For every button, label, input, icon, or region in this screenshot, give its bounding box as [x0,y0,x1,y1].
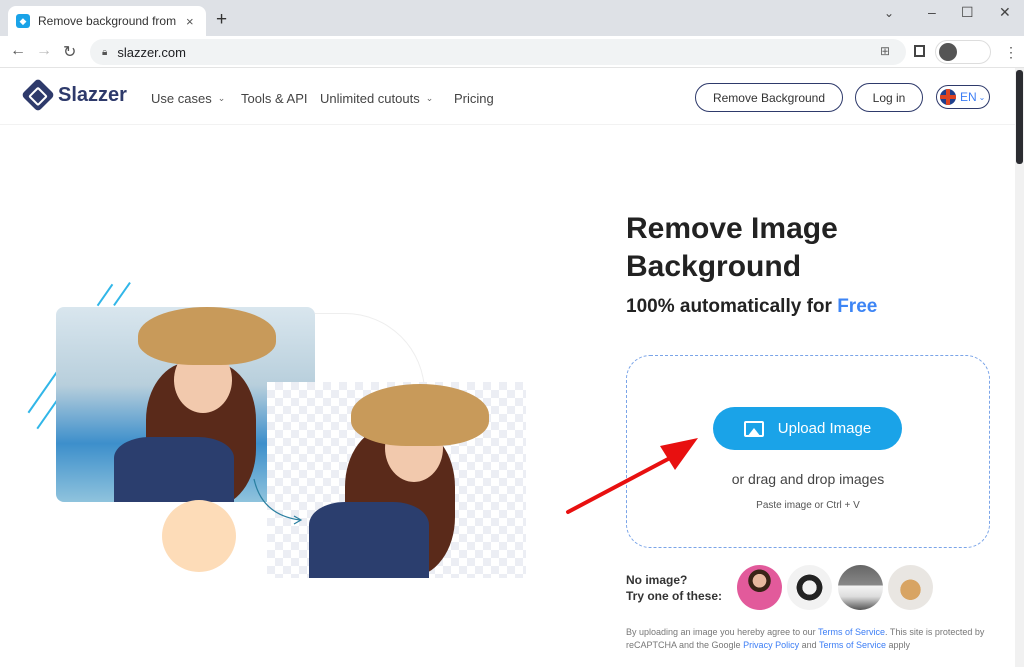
url-input[interactable]: 🔒︎ slazzer.com [90,39,906,65]
side-panel-icon[interactable] [914,45,925,57]
maximize-button[interactable]: ☐ [961,4,974,21]
slazzer-logo[interactable]: Slazzer [21,78,127,112]
photo-dress [114,437,234,502]
legal-text: and [799,640,819,650]
curved-arrow-icon [253,478,303,525]
tab-search-icon[interactable]: ⌄ [884,6,894,20]
sample-woman[interactable] [737,565,782,610]
site-header: Slazzer Use cases ⌄ Tools & API Unlimited… [0,68,1015,125]
reload-icon[interactable]: ↻ [63,42,76,62]
login-button[interactable]: Log in [855,83,923,112]
subtitle-free: Free [837,296,878,317]
legal-text: apply [885,640,910,650]
sample-dog[interactable] [888,565,933,610]
nav-label: Unlimited cutouts [320,91,420,106]
address-bar-row: ← → ↻ 🔒︎ slazzer.com [0,36,1024,68]
photo-hat [351,384,489,446]
back-icon[interactable]: ← [10,42,26,60]
legal-notice: By uploading an image you hereby agree t… [626,626,1006,652]
annotation-arrow-icon [566,438,698,514]
browser-menu-icon[interactable]: ⋮ [1004,44,1018,61]
decor-stripe [96,283,114,307]
translate-icon[interactable]: ⊞ [880,44,890,58]
chevron-down-icon: ⌄ [425,93,434,103]
profile-button[interactable] [935,40,991,64]
subtitle-text: 100% automatically for [626,296,838,317]
nav-pricing[interactable]: Pricing [454,91,494,106]
sample-headphones[interactable] [787,565,832,610]
close-window-button[interactable]: ✕ [999,4,1011,21]
privacy-link[interactable]: Privacy Policy [743,640,799,650]
legal-text: By uploading an image you hereby agree t… [626,627,818,637]
lock-icon: 🔒︎ [102,46,108,58]
photo-dress [309,502,429,578]
hero-subtitle: 100% automatically for Free [626,296,877,318]
decor-stripe [113,281,131,307]
upload-label: Upload Image [777,420,872,437]
decor-circle [162,500,236,572]
chevron-down-icon: ⌄ [978,92,986,102]
brand-name: Slazzer [58,83,127,106]
site-favicon-icon: ◆ [16,14,30,28]
tab-title: Remove background from im... [38,14,176,28]
scrollbar-thumb[interactable] [1016,70,1023,164]
decor-arc [315,313,425,393]
nav-use-cases[interactable]: Use cases ⌄ [151,91,225,106]
slazzer-logo-icon [21,78,55,112]
samples-label: No image? Try one of these: [626,572,722,604]
tab-close-icon[interactable]: × [186,14,194,29]
nav-label: Tools & API [241,91,308,106]
uk-flag-icon [940,89,956,105]
forward-icon[interactable]: → [36,42,52,60]
image-icon [743,420,764,437]
photo-hat [138,307,276,365]
remove-background-button[interactable]: Remove Background [695,83,843,112]
url-text: slazzer.com [117,44,186,60]
nav-tools-api[interactable]: Tools & API [241,91,307,106]
language-selector[interactable]: EN ⌄ [936,85,990,109]
samples-label-line1: No image? [626,573,688,587]
browser-tab[interactable]: ◆ Remove background from im... × [8,6,206,36]
sample-car[interactable] [838,565,883,610]
new-tab-button[interactable]: + [216,9,227,31]
google-terms-link[interactable]: Terms of Service [819,640,886,650]
browser-tab-strip: ◆ Remove background from im... × + ⌄ – ☐… [0,0,1024,36]
nav-label: Use cases [151,91,212,106]
minimize-button[interactable]: – [928,4,936,20]
nav-unlimited-cutouts[interactable]: Unlimited cutouts ⌄ [320,91,433,106]
hero-title: Remove Image Background [626,212,838,283]
chevron-down-icon: ⌄ [217,93,226,103]
language-code: EN [960,90,977,104]
upload-image-button[interactable]: Upload Image [713,407,902,450]
nav-label: Pricing [454,91,494,106]
samples-label-line2: Try one of these: [626,589,723,603]
terms-link[interactable]: Terms of Service [818,627,885,637]
profile-avatar-icon [939,43,957,61]
